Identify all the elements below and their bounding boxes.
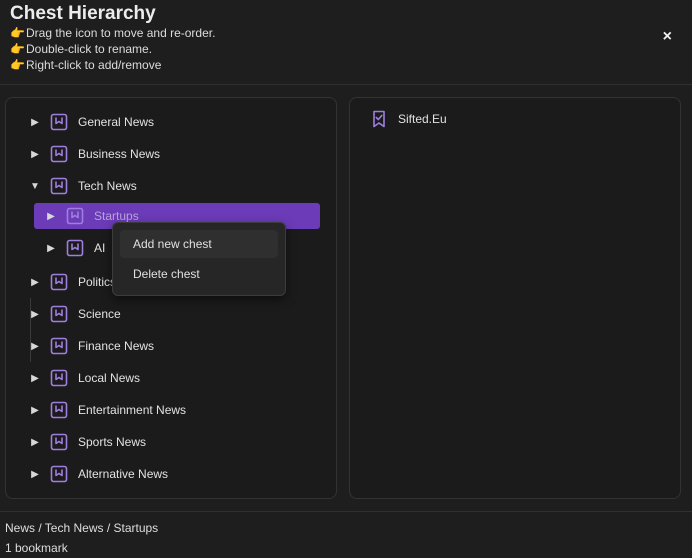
collapse-caret-icon[interactable]: ▼ (28, 181, 42, 192)
chest-icon[interactable] (50, 177, 68, 195)
tree-item-label: Business News (78, 147, 161, 161)
tree-item-business-news[interactable]: ▶ Business News (28, 141, 160, 167)
close-icon[interactable]: × (663, 28, 672, 46)
expand-caret-icon[interactable]: ▶ (44, 211, 58, 222)
tree-item-sports-news[interactable]: ▶ Sports News (28, 429, 146, 455)
expand-caret-icon[interactable]: ▶ (28, 373, 42, 384)
chest-icon[interactable] (50, 465, 68, 483)
bookmark-item[interactable]: Sifted.Eu (370, 110, 447, 128)
context-menu: Add new chest Delete chest (112, 222, 286, 296)
chest-icon[interactable] (66, 207, 84, 225)
tree-item-label: Entertainment News (78, 403, 187, 417)
tree-item-label: Science (78, 307, 121, 321)
add-new-chest-menu-item[interactable]: Add new chest (120, 230, 278, 258)
breadcrumb: News / Tech News / Startups (5, 521, 159, 535)
tree-item-alternative-news[interactable]: ▶ Alternative News (28, 461, 168, 487)
tree-item-label: AI (94, 241, 106, 255)
bookmark-check-icon (370, 110, 388, 128)
chest-icon[interactable] (50, 337, 68, 355)
expand-caret-icon[interactable]: ▶ (28, 277, 42, 288)
expand-caret-icon[interactable]: ▶ (28, 149, 42, 160)
dialog-title: Chest Hierarchy (10, 3, 156, 24)
status-footer: News / Tech News / Startups 1 bookmark (0, 511, 692, 558)
pointing-hand-icon: 👉 (10, 26, 25, 40)
dialog-header: Chest Hierarchy 👉Drag the icon to move a… (0, 0, 692, 85)
tree-item-politics[interactable]: ▶ Politics (28, 269, 116, 295)
delete-chest-menu-item[interactable]: Delete chest (120, 260, 278, 288)
chest-icon[interactable] (50, 273, 68, 291)
bookmark-count: 1 bookmark (5, 541, 68, 555)
chest-tree-panel: ▶ General News ▶ Business News ▼ Tech Ne… (5, 97, 337, 499)
expand-caret-icon[interactable]: ▶ (28, 117, 42, 128)
tree-item-entertainment-news[interactable]: ▶ Entertainment News (28, 397, 186, 423)
expand-caret-icon[interactable]: ▶ (44, 243, 58, 254)
expand-caret-icon[interactable]: ▶ (28, 469, 42, 480)
tree-item-label: Alternative News (78, 467, 169, 481)
tree-item-label: Politics (78, 275, 117, 289)
chest-icon[interactable] (50, 145, 68, 163)
bookmark-list-panel: Sifted.Eu (349, 97, 681, 499)
tree-item-finance-news[interactable]: ▶ Finance News (28, 333, 154, 359)
expand-caret-icon[interactable]: ▶ (28, 309, 42, 320)
chest-hierarchy-dialog: Chest Hierarchy 👉Drag the icon to move a… (0, 0, 692, 558)
help-text: Right-click to add/remove (26, 58, 162, 72)
tree-item-label: Local News (78, 371, 141, 385)
tree-item-label: Startups (94, 209, 139, 223)
chest-icon[interactable] (50, 113, 68, 131)
tree-item-ai[interactable]: ▶ AI (44, 235, 105, 261)
tree-item-label: Sports News (78, 435, 147, 449)
chest-icon[interactable] (50, 433, 68, 451)
tree-item-label: Finance News (78, 339, 155, 353)
pointing-hand-icon: 👉 (10, 58, 25, 72)
expand-caret-icon[interactable]: ▶ (28, 437, 42, 448)
help-line-rename: 👉Double-click to rename. (10, 42, 152, 56)
tree-item-label: Tech News (78, 179, 137, 193)
help-text: Drag the icon to move and re-order. (26, 26, 216, 40)
chest-icon[interactable] (50, 305, 68, 323)
chest-icon[interactable] (50, 369, 68, 387)
pointing-hand-icon: 👉 (10, 42, 25, 56)
chest-icon[interactable] (66, 239, 84, 257)
expand-caret-icon[interactable]: ▶ (28, 405, 42, 416)
chest-icon[interactable] (50, 401, 68, 419)
expand-caret-icon[interactable]: ▶ (28, 341, 42, 352)
tree-item-general-news[interactable]: ▶ General News (28, 109, 154, 135)
help-line-add-remove: 👉Right-click to add/remove (10, 58, 161, 72)
tree-item-science[interactable]: ▶ Science (28, 301, 121, 327)
help-text: Double-click to rename. (26, 42, 153, 56)
help-line-move: 👉Drag the icon to move and re-order. (10, 26, 215, 40)
tree-item-local-news[interactable]: ▶ Local News (28, 365, 140, 391)
bookmark-label: Sifted.Eu (398, 112, 447, 126)
tree-item-tech-news[interactable]: ▼ Tech News (28, 173, 137, 199)
tree-item-label: General News (78, 115, 155, 129)
